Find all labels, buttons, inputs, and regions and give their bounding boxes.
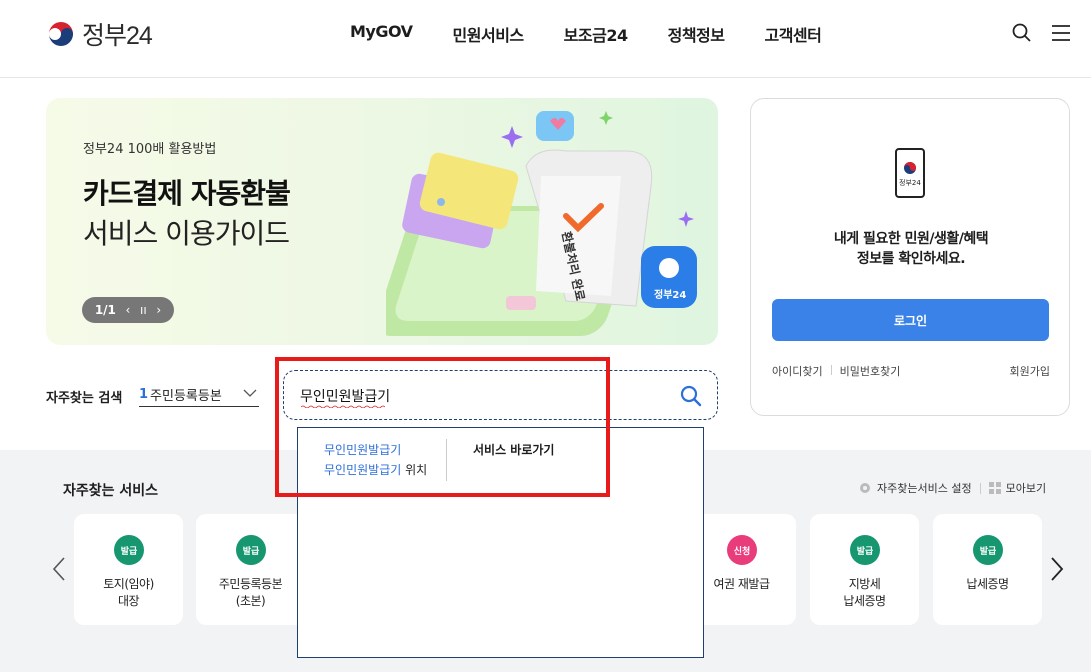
illustration-app-text: 정부24	[654, 288, 686, 301]
service-card[interactable]: 발급 지방세 납세증명	[810, 514, 919, 625]
mobile-phone-icon: 정부24	[895, 148, 925, 198]
main-nav: MyGOV 민원서비스 보조금24 정책정보 고객센터	[350, 22, 861, 46]
services-settings-link[interactable]: 자주찾는서비스 설정	[877, 480, 972, 496]
find-id-link[interactable]: 아이디찾기	[772, 363, 823, 379]
banner-pager: 1/1 ‹ ıı ›	[82, 297, 174, 323]
frequent-search-select[interactable]: 1 주민등록등본	[139, 383, 259, 407]
service-card[interactable]: 발급 납세증명	[933, 514, 1042, 625]
frequent-services-title: 자주찾는 서비스	[63, 483, 159, 499]
frequent-search-rank: 1	[139, 387, 149, 402]
nav-civil-service[interactable]: 민원서비스	[453, 22, 525, 46]
divider	[830, 365, 832, 375]
service-badge: 발급	[114, 535, 144, 565]
login-message-line1: 내게 필요한 민원/생활/혜택	[833, 231, 989, 247]
service-label: 주민등록등본 (초본)	[218, 577, 283, 608]
promo-banner[interactable]: 정부24 100배 활용방법 카드결제 자동환불 서비스 이용가이드 1/1 ‹…	[46, 98, 718, 345]
banner-title-bold: 카드결제 자동환불	[83, 177, 291, 210]
logo-text: 정부24	[82, 22, 153, 50]
services-settings: 자주찾는서비스 설정 모아보기	[858, 480, 1046, 496]
banner-subtitle: 정부24 100배 활용방법	[83, 142, 217, 157]
search-icon[interactable]	[1011, 22, 1033, 44]
prev-icon[interactable]: ‹	[126, 303, 131, 317]
service-card[interactable]: 발급 토지(임야) 대장	[74, 514, 183, 625]
divider	[979, 482, 981, 494]
frequent-search-label: 자주찾는 검색	[46, 391, 123, 406]
site-header: 정부24 MyGOV 민원서비스 보조금24 정책정보 고객센터	[0, 0, 1091, 78]
nav-subsidy[interactable]: 보조금24	[564, 22, 628, 46]
chevron-left-icon[interactable]	[51, 556, 67, 582]
menu-icon[interactable]	[1050, 22, 1072, 44]
login-button[interactable]: 로그인	[772, 299, 1049, 341]
login-panel: 정부24 내게 필요한 민원/생활/혜택 정보를 확인하세요. 로그인 아이디찾…	[750, 98, 1070, 416]
find-password-link[interactable]: 비밀번호찾기	[840, 363, 901, 379]
next-icon[interactable]: ›	[156, 303, 161, 317]
signup-link[interactable]: 회원가입	[1010, 363, 1050, 379]
phone-label: 정부24	[899, 178, 921, 187]
chevron-down-icon	[243, 389, 257, 397]
service-label: 납세증명	[966, 577, 1009, 591]
chevron-right-icon[interactable]	[1049, 556, 1065, 582]
service-badge: 발급	[973, 535, 1003, 565]
service-card[interactable]: 발급 주민등록등본 (초본)	[196, 514, 305, 625]
pager-count: 1/1	[94, 303, 116, 317]
frequent-search-value: 주민등록등본	[150, 389, 222, 404]
service-label: 토지(임야) 대장	[103, 577, 154, 608]
service-label: 지방세 납세증명	[843, 577, 886, 608]
nav-mygov[interactable]: MyGOV	[350, 22, 413, 46]
login-message-line2: 정보를 확인하세요.	[856, 251, 966, 267]
banner-illustration: 환불처리 완료 정부24	[386, 111, 697, 336]
service-badge: 발급	[850, 535, 880, 565]
grid-icon	[988, 482, 1001, 494]
nav-customer-center[interactable]: 고객센터	[764, 22, 821, 46]
collect-view-link[interactable]: 모아보기	[1006, 480, 1046, 496]
service-badge: 신청	[727, 535, 757, 565]
highlight-box	[275, 357, 610, 497]
gear-icon	[860, 483, 870, 493]
login-links: 아이디찾기 비밀번호찾기 회원가입	[772, 363, 1050, 379]
service-badge: 발급	[236, 535, 266, 565]
taegeuk-logo-icon	[46, 19, 76, 49]
banner-title-light: 서비스 이용가이드	[83, 217, 290, 250]
logo[interactable]: 정부24	[46, 16, 153, 52]
pause-icon[interactable]: ıı	[140, 303, 147, 317]
nav-policy[interactable]: 정책정보	[668, 22, 725, 46]
login-message: 내게 필요한 민원/생활/혜택 정보를 확인하세요.	[751, 229, 1071, 269]
search-icon[interactable]	[679, 384, 703, 408]
